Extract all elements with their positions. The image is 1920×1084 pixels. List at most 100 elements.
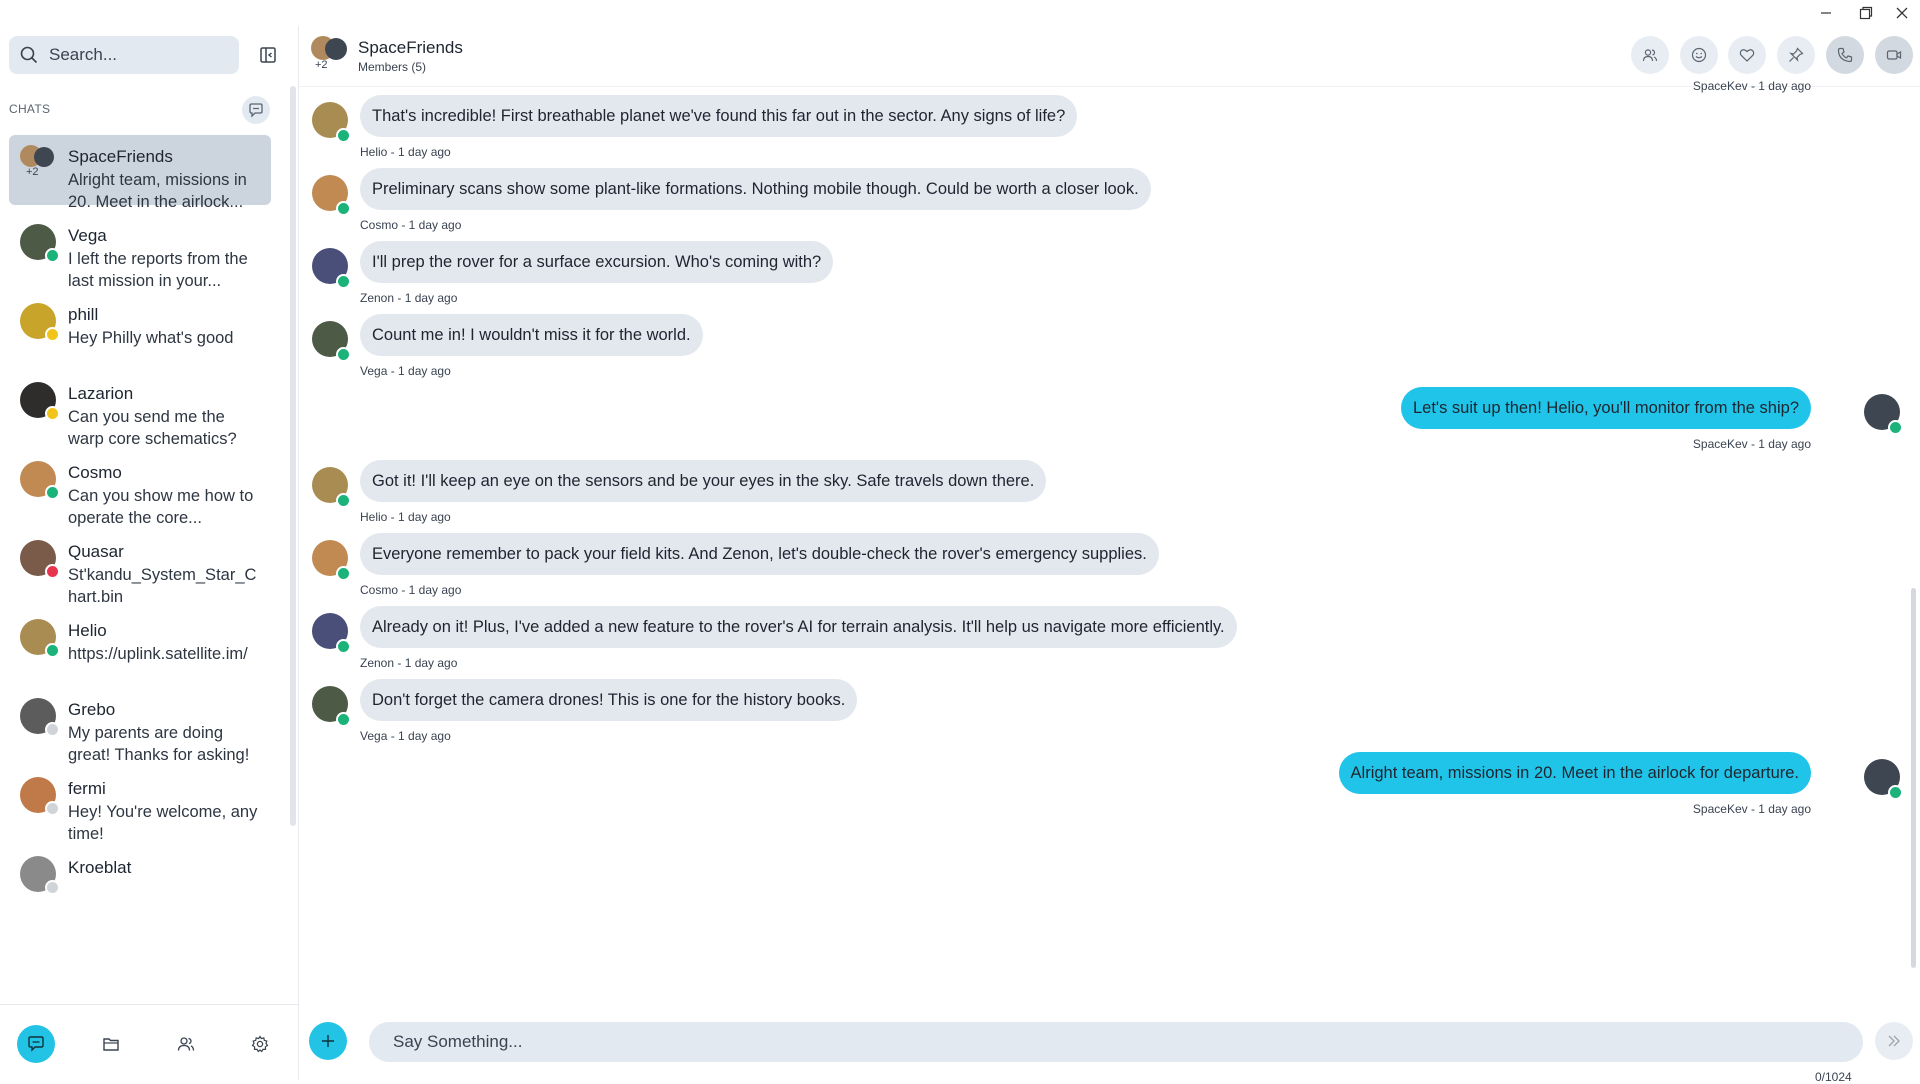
pinned-messages-button[interactable] [1777,36,1815,74]
status-indicator [45,406,60,421]
status-indicator [336,566,351,581]
chat-item-preview: Can you send me the warp core schematics… [68,408,237,448]
collapse-sidebar-button[interactable] [259,46,277,69]
plus-icon [322,1035,334,1047]
chat-item-grebo[interactable]: Grebo My parents are doing great! Thanks … [9,688,271,774]
nav-chats-button[interactable] [17,1025,55,1063]
chat-title: SpaceFriends [358,38,463,57]
message-bubble[interactable]: Alright team, missions in 20. Meet in th… [1338,752,1811,794]
message-input[interactable]: Say Something... [369,1022,1863,1062]
nav-files-button[interactable] [92,1025,130,1063]
status-indicator [45,327,60,342]
members-button[interactable] [1631,36,1669,74]
sidebar-toggle-icon [260,47,276,63]
folder-icon [103,1038,119,1051]
status-indicator [45,801,60,816]
chat-bubble-icon [249,103,263,118]
chat-item-name: Quasar [68,542,124,561]
chat-item-fermi[interactable]: fermi Hey! You're welcome, any time! [9,767,271,853]
chat-item-name: SpaceFriends [68,147,173,166]
nav-settings-button[interactable] [241,1025,279,1063]
favorite-button[interactable] [1728,36,1766,74]
message-bubble[interactable]: Let's suit up then! Helio, you'll monito… [1401,387,1811,429]
message-row: Let's suit up then! Helio, you'll monito… [299,384,1903,464]
chat-item-lazarion[interactable]: Lazarion Can you send me the warp core sc… [9,372,271,458]
message-meta: SpaceKev - 1 day ago [1692,802,1811,816]
avatar: +2 [20,145,56,181]
status-indicator [45,564,60,579]
group-avatar[interactable]: +2 [311,36,349,74]
chat-item-vega[interactable]: Vega I left the reports from the last mis… [9,214,271,300]
new-chat-button[interactable] [242,96,270,124]
message-placeholder: Say Something... [393,1032,523,1051]
message-bubble[interactable]: Count me in! I wouldn't miss it for the … [360,314,703,356]
minimize-icon [1821,12,1831,14]
chat-item-name: Lazarion [68,384,134,403]
message-meta: Vega - 1 day ago [360,729,451,743]
message-meta: Helio - 1 day ago [360,145,451,159]
message-meta: Vega - 1 day ago [360,364,451,378]
character-counter: 0/1024 [1815,1070,1852,1084]
message-meta: Zenon - 1 day ago [360,656,458,670]
chat-item-preview: Hey! You're welcome, any time! [68,803,258,843]
gear-icon [251,1035,269,1053]
message-meta: Zenon - 1 day ago [360,291,458,305]
nav-friends-button[interactable] [167,1025,205,1063]
voice-call-button[interactable] [1826,36,1864,74]
search-placeholder: Search... [49,45,118,64]
status-indicator [336,639,351,654]
chat-item-preview: I left the reports from the last mission… [68,250,248,290]
status-indicator [45,880,60,895]
chat-item-name: Grebo [68,700,116,719]
status-indicator [45,485,60,500]
users-icon [1642,49,1658,62]
video-call-button[interactable] [1875,36,1913,74]
video-camera-icon [1886,50,1902,60]
close-window-button[interactable] [1882,0,1920,26]
status-indicator [1888,420,1903,435]
restore-button[interactable] [1846,0,1886,26]
sidebar-scrollbar[interactable] [290,86,296,826]
chat-item-helio[interactable]: Helio https://uplink.satellite.im/ [9,609,271,695]
message-row: Already on it! Plus, I've added a new fe… [299,603,1899,683]
message-bubble[interactable]: I'll prep the rover for a surface excurs… [360,241,834,283]
message-bubble[interactable]: That's incredible! First breathable plan… [360,95,1078,137]
status-indicator [336,274,351,289]
title-bar [0,0,1920,26]
chat-item-phill[interactable]: phill Hey Philly what's good [9,293,271,379]
message-bubble[interactable]: Everyone remember to pack your field kit… [360,533,1159,575]
search-input[interactable]: Search... [9,36,239,74]
status-indicator [336,712,351,727]
message-row: Alright team, missions in 20. Meet in th… [299,749,1903,829]
messages-scrollbar[interactable] [1911,588,1916,968]
chat-item-quasar[interactable]: Quasar St'kandu_System_Star_Chart.bin [9,530,271,616]
send-button[interactable] [1875,1022,1913,1060]
message-bubble[interactable]: Already on it! Plus, I've added a new fe… [360,606,1237,648]
status-indicator [45,248,60,263]
chat-item-spacefriends[interactable]: +2 SpaceFriends Alright team, missions in … [9,135,271,211]
status-indicator [336,347,351,362]
attach-button[interactable] [309,1022,347,1060]
status-indicator [1888,785,1903,800]
message-row: Count me in! I wouldn't miss it for the … [299,311,1899,391]
message-bubble[interactable]: Got it! I'll keep an eye on the sensors … [360,460,1047,502]
phone-icon [1837,47,1853,63]
composer: Say Something... 0/1024 [299,1010,1920,1084]
minimize-button[interactable] [1806,0,1846,26]
add-reaction-button[interactable] [1680,36,1718,74]
members-count[interactable]: Members (5) [358,60,426,74]
message-bubble[interactable]: Preliminary scans show some plant-like f… [360,168,1151,210]
bottom-nav [0,1004,298,1081]
chat-item-preview: Alright team, missions in 20. Meet in th… [68,171,247,211]
message-bubble[interactable]: Don't forget the camera drones! This is … [360,679,858,721]
message-row: Got it! I'll keep an eye on the sensors … [299,457,1899,537]
chat-item-cosmo[interactable]: Cosmo Can you show me how to operate the … [9,451,271,537]
status-indicator [45,643,60,658]
send-icon [1888,1035,1900,1047]
message-meta: SpaceKev - 1 day ago [1692,79,1811,93]
chat-item-name: fermi [68,779,106,798]
message-meta: Helio - 1 day ago [360,510,451,524]
chat-item-kroeblat[interactable]: Kroeblat [9,846,271,932]
chat-item-name: phill [68,305,99,324]
members-overflow-badge: +2 [26,166,39,178]
